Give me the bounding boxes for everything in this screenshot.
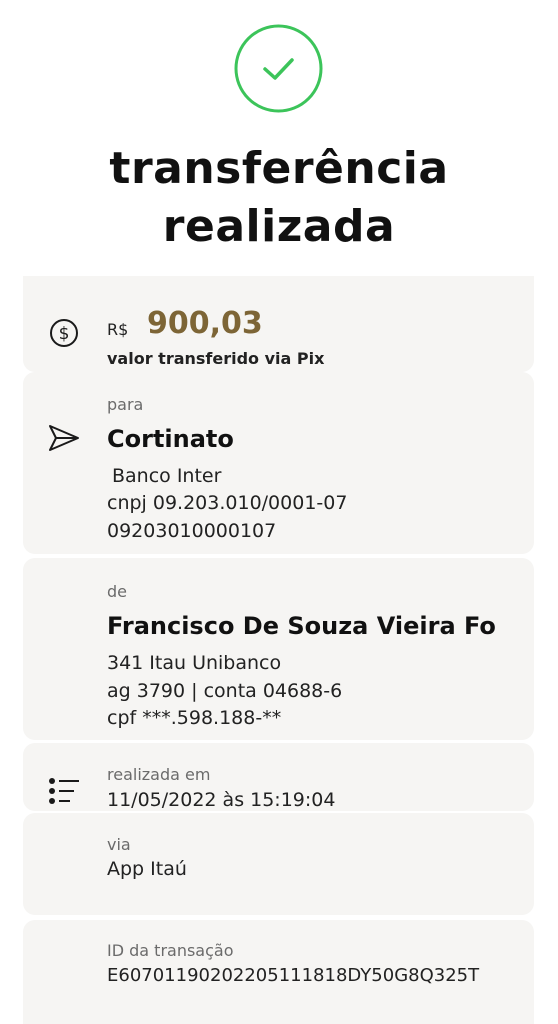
date-label: realizada em — [107, 765, 211, 784]
recipient-document: cnpj 09.203.010/0001-07 — [107, 492, 348, 514]
sender-account: ag 3790 | conta 04688-6 — [107, 680, 343, 702]
amount-card: $ R$ 900,03 valor transferido via Pix — [23, 276, 534, 372]
transaction-id: E60701190202205111818DY50G8Q325T — [107, 965, 480, 986]
list-icon — [49, 778, 79, 804]
recipient-bank: Banco Inter — [112, 465, 222, 487]
sender-name: Francisco De Souza Vieira Fo — [107, 612, 496, 640]
date-card: realizada em 11/05/2022 às 15:19:04 — [23, 743, 534, 811]
title-line-1: transferência — [109, 143, 449, 194]
recipient-label: para — [107, 395, 144, 414]
sender-card: de Francisco De Souza Vieira Fo 341 Itau… — [23, 558, 534, 740]
channel-card: via App Itaú — [23, 813, 534, 915]
dollar-circle-icon: $ — [50, 319, 78, 347]
transaction-label: ID da transação — [107, 941, 234, 960]
recipient-name: Cortinato — [107, 425, 234, 453]
send-icon — [49, 425, 79, 451]
page-title: transferência realizada — [0, 140, 558, 256]
transfer-receipt-screen: transferência realizada $ R$ 900,03 valo… — [0, 0, 558, 1024]
amount-description: valor transferido via Pix — [107, 349, 325, 368]
svg-text:$: $ — [59, 324, 70, 344]
sender-bank: 341 Itau Unibanco — [107, 652, 282, 674]
transaction-card: ID da transação E60701190202205111818DY5… — [23, 920, 534, 1024]
recipient-card: para Cortinato Banco Inter cnpj 09.203.0… — [23, 372, 534, 554]
recipient-key: 09203010000107 — [107, 520, 277, 542]
amount-currency: R$ — [107, 320, 129, 339]
check-circle-icon — [234, 24, 323, 113]
sender-label: de — [107, 582, 127, 601]
channel-value: App Itaú — [107, 858, 187, 880]
title-line-2: realizada — [162, 201, 396, 252]
channel-label: via — [107, 835, 131, 854]
amount-value: 900,03 — [147, 306, 263, 341]
sender-document: cpf ***.598.188-** — [107, 707, 282, 729]
date-value: 11/05/2022 às 15:19:04 — [107, 789, 336, 811]
